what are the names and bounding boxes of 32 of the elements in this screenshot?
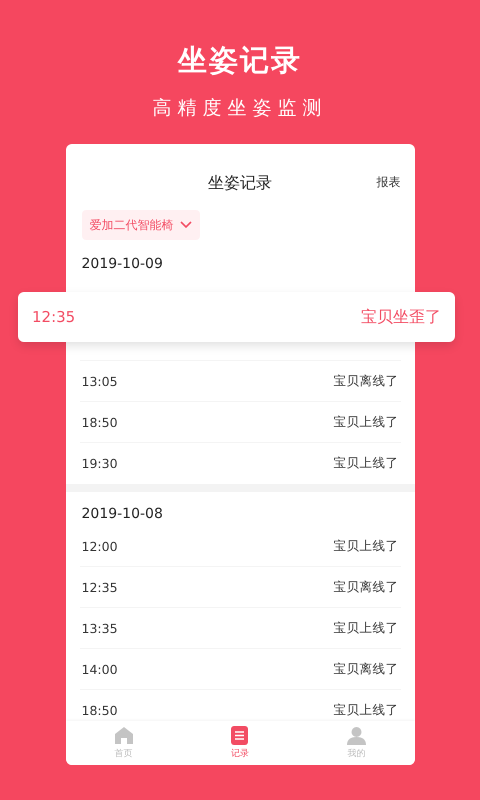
record-time: 14:00 <box>82 662 118 676</box>
record-event: 宝贝离线了 <box>334 372 398 390</box>
tab[interactable]: 我的 <box>326 721 386 765</box>
record-event: 宝贝上线了 <box>334 455 398 472</box>
record-event: 宝贝上线了 <box>334 414 398 430</box>
record-time: 12:35 <box>82 580 118 594</box>
user-icon <box>346 726 366 745</box>
headline: 坐姿记录 <box>178 42 302 79</box>
tab[interactable]: 记录 <box>210 721 270 765</box>
home-icon <box>114 726 134 745</box>
date-heading: 2019-10-09 <box>80 255 164 274</box>
record-event: 宝贝坐歪了 <box>361 306 441 328</box>
record-time: 13:35 <box>82 620 118 636</box>
caret-icon <box>180 221 192 229</box>
record-event: 宝贝上线了 <box>334 620 398 636</box>
record-event: 宝贝离线了 <box>334 578 398 596</box>
subtitle: 高精度坐姿监测 <box>152 96 328 121</box>
record-time: 19:30 <box>82 456 118 471</box>
record-time: 12:35 <box>32 308 76 326</box>
device-dropdown[interactable]: 爱加二代智能椅 <box>82 210 200 240</box>
tab[interactable]: 首页 <box>94 721 154 765</box>
screen-title: 坐姿记录 <box>208 172 272 194</box>
record-event: 宝贝上线了 <box>334 538 398 554</box>
record-event: 宝贝离线了 <box>334 660 398 678</box>
record-time: 18:50 <box>82 703 118 718</box>
record-event: 宝贝上线了 <box>334 702 398 719</box>
record-time: 13:05 <box>82 374 118 388</box>
record-time: 12:00 <box>82 538 118 554</box>
record-time: 18:50 <box>82 414 118 430</box>
report-link[interactable]: 报表 <box>376 174 400 191</box>
list-icon <box>231 726 248 745</box>
date-heading: 2019-10-08 <box>80 505 164 524</box>
